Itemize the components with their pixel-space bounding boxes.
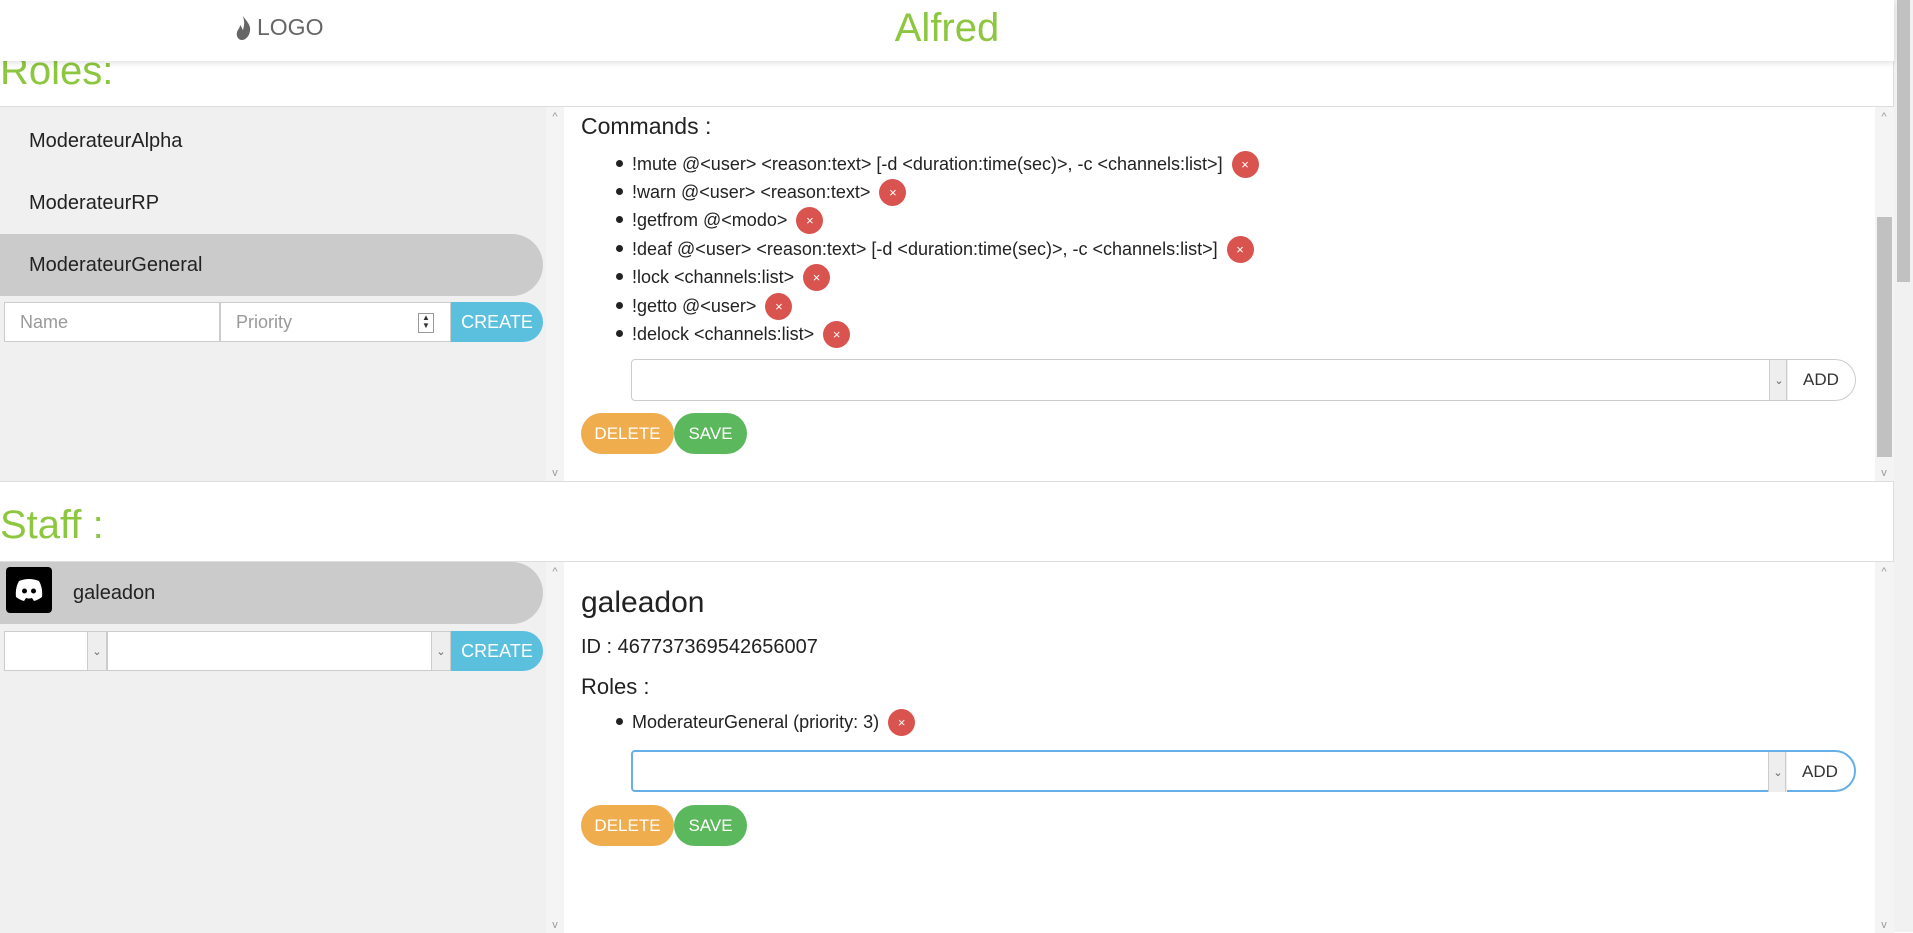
command-select[interactable]: ⌄ ADD: [631, 359, 1856, 401]
role-item-selected[interactable]: ModerateurGeneral: [0, 234, 543, 296]
command-text: !deaf @<user> <reason:text> [-d <duratio…: [632, 239, 1218, 259]
add-role-button[interactable]: ADD: [1785, 752, 1854, 792]
command-text: !lock <channels:list>: [632, 267, 795, 287]
scroll-down-icon[interactable]: v: [1875, 467, 1893, 479]
delete-role-button[interactable]: DELETE: [581, 413, 674, 454]
role-name-input[interactable]: Name: [4, 302, 220, 342]
staff-user-select[interactable]: ⌄: [4, 631, 107, 671]
command-text: !mute @<user> <reason:text> [-d <duratio…: [632, 154, 1223, 174]
remove-command-button[interactable]: ×: [823, 321, 851, 348]
roles-list: ModerateurAlpha ModerateurRP ModerateurG…: [0, 107, 546, 481]
chevron-down-icon[interactable]: ⌄: [431, 632, 450, 670]
staff-role-text: ModerateurGeneral (priority: 3): [632, 712, 880, 732]
staff-item-label: galeadon: [73, 581, 156, 604]
remove-command-button[interactable]: ×: [765, 293, 793, 320]
scroll-up-icon[interactable]: ^: [546, 111, 564, 123]
staff-role-select-input[interactable]: ⌄ ADD: [631, 750, 1856, 792]
remove-command-button[interactable]: ×: [879, 179, 907, 206]
staff-item-selected[interactable]: galeadon: [0, 562, 543, 624]
command-text: !getto @<user>: [632, 296, 757, 316]
scrollbar-thumb[interactable]: [1877, 217, 1892, 457]
app-title: Alfred: [894, 6, 1000, 50]
top-navbar: LOGO Alfred: [0, 0, 1894, 61]
command-text: !getfrom @<modo>: [632, 210, 788, 230]
scroll-up-icon[interactable]: ^: [546, 566, 564, 578]
command-item: !mute @<user> <reason:text> [-d <duratio…: [616, 151, 1259, 178]
staff-role-select[interactable]: ⌄: [107, 631, 451, 671]
page-scrollbar[interactable]: [1893, 0, 1913, 932]
roles-list-scrollbar[interactable]: ^ v: [546, 107, 564, 481]
staff-id-text: ID : 467737369542656007: [581, 636, 818, 658]
role-detail-scrollbar[interactable]: ^ v: [1875, 107, 1894, 481]
remove-command-button[interactable]: ×: [1231, 151, 1259, 178]
command-item: !warn @<user> <reason:text> ×: [615, 179, 907, 206]
create-role-button[interactable]: CREATE: [451, 302, 543, 342]
scroll-up-icon[interactable]: ^: [1875, 566, 1893, 578]
staff-roles-title: Roles :: [581, 674, 650, 699]
role-item-label: ModerateurRP: [29, 191, 160, 214]
role-priority-input[interactable]: Priority ▲ ▼: [220, 302, 451, 342]
commands-title: Commands :: [581, 113, 712, 139]
chevron-down-icon[interactable]: ⌄: [87, 632, 106, 670]
priority-stepper[interactable]: ▲ ▼: [418, 313, 434, 333]
remove-command-button[interactable]: ×: [1226, 236, 1254, 263]
create-staff-button[interactable]: CREATE: [451, 631, 543, 671]
command-item: !delock <channels:list> ×: [615, 321, 851, 348]
delete-staff-button[interactable]: DELETE: [581, 805, 674, 846]
scroll-down-icon[interactable]: v: [546, 919, 564, 931]
role-item[interactable]: ModerateurAlpha: [0, 110, 543, 172]
save-staff-button[interactable]: SAVE: [674, 805, 747, 846]
page-scrollbar-thumb[interactable]: [1897, 0, 1910, 282]
remove-command-button[interactable]: ×: [803, 264, 831, 291]
save-role-button[interactable]: SAVE: [674, 413, 747, 454]
remove-role-button[interactable]: ×: [888, 709, 916, 736]
priority-placeholder: Priority: [236, 311, 293, 332]
role-item[interactable]: ModerateurRP: [0, 172, 543, 234]
staff-panel: galeadon ⌄ ⌄ CREATE ^ v galeadon ID : 46…: [0, 561, 1894, 933]
role-item-label: ModerateurGeneral: [29, 253, 203, 276]
staff-name-heading: galeadon: [581, 586, 705, 619]
scroll-down-icon[interactable]: v: [1875, 919, 1893, 931]
command-text: !warn @<user> <reason:text>: [632, 182, 871, 202]
command-item: !deaf @<user> <reason:text> [-d <duratio…: [616, 236, 1254, 263]
staff-role-item: ModerateurGeneral (priority: 3) ×: [615, 709, 916, 736]
scroll-up-icon[interactable]: ^: [1875, 111, 1893, 123]
staff-section-title: Staff :: [0, 503, 104, 547]
staff-list-scrollbar[interactable]: ^ v: [546, 562, 564, 933]
command-text: !delock <channels:list>: [632, 324, 815, 344]
staff-list: galeadon ⌄ ⌄ CREATE: [0, 562, 546, 933]
staff-detail-scrollbar[interactable]: ^ v: [1875, 562, 1894, 933]
remove-command-button[interactable]: ×: [796, 207, 824, 234]
command-item: !getto @<user> ×: [615, 293, 793, 320]
command-item: !lock <channels:list> ×: [615, 264, 831, 291]
scroll-down-icon[interactable]: v: [546, 467, 564, 479]
discord-icon: [6, 567, 52, 613]
command-item: !getfrom @<modo> ×: [615, 207, 824, 234]
role-item-label: ModerateurAlpha: [29, 129, 183, 152]
add-command-button[interactable]: ADD: [1786, 360, 1855, 400]
roles-panel: ModerateurAlpha ModerateurRP ModerateurG…: [0, 106, 1894, 482]
